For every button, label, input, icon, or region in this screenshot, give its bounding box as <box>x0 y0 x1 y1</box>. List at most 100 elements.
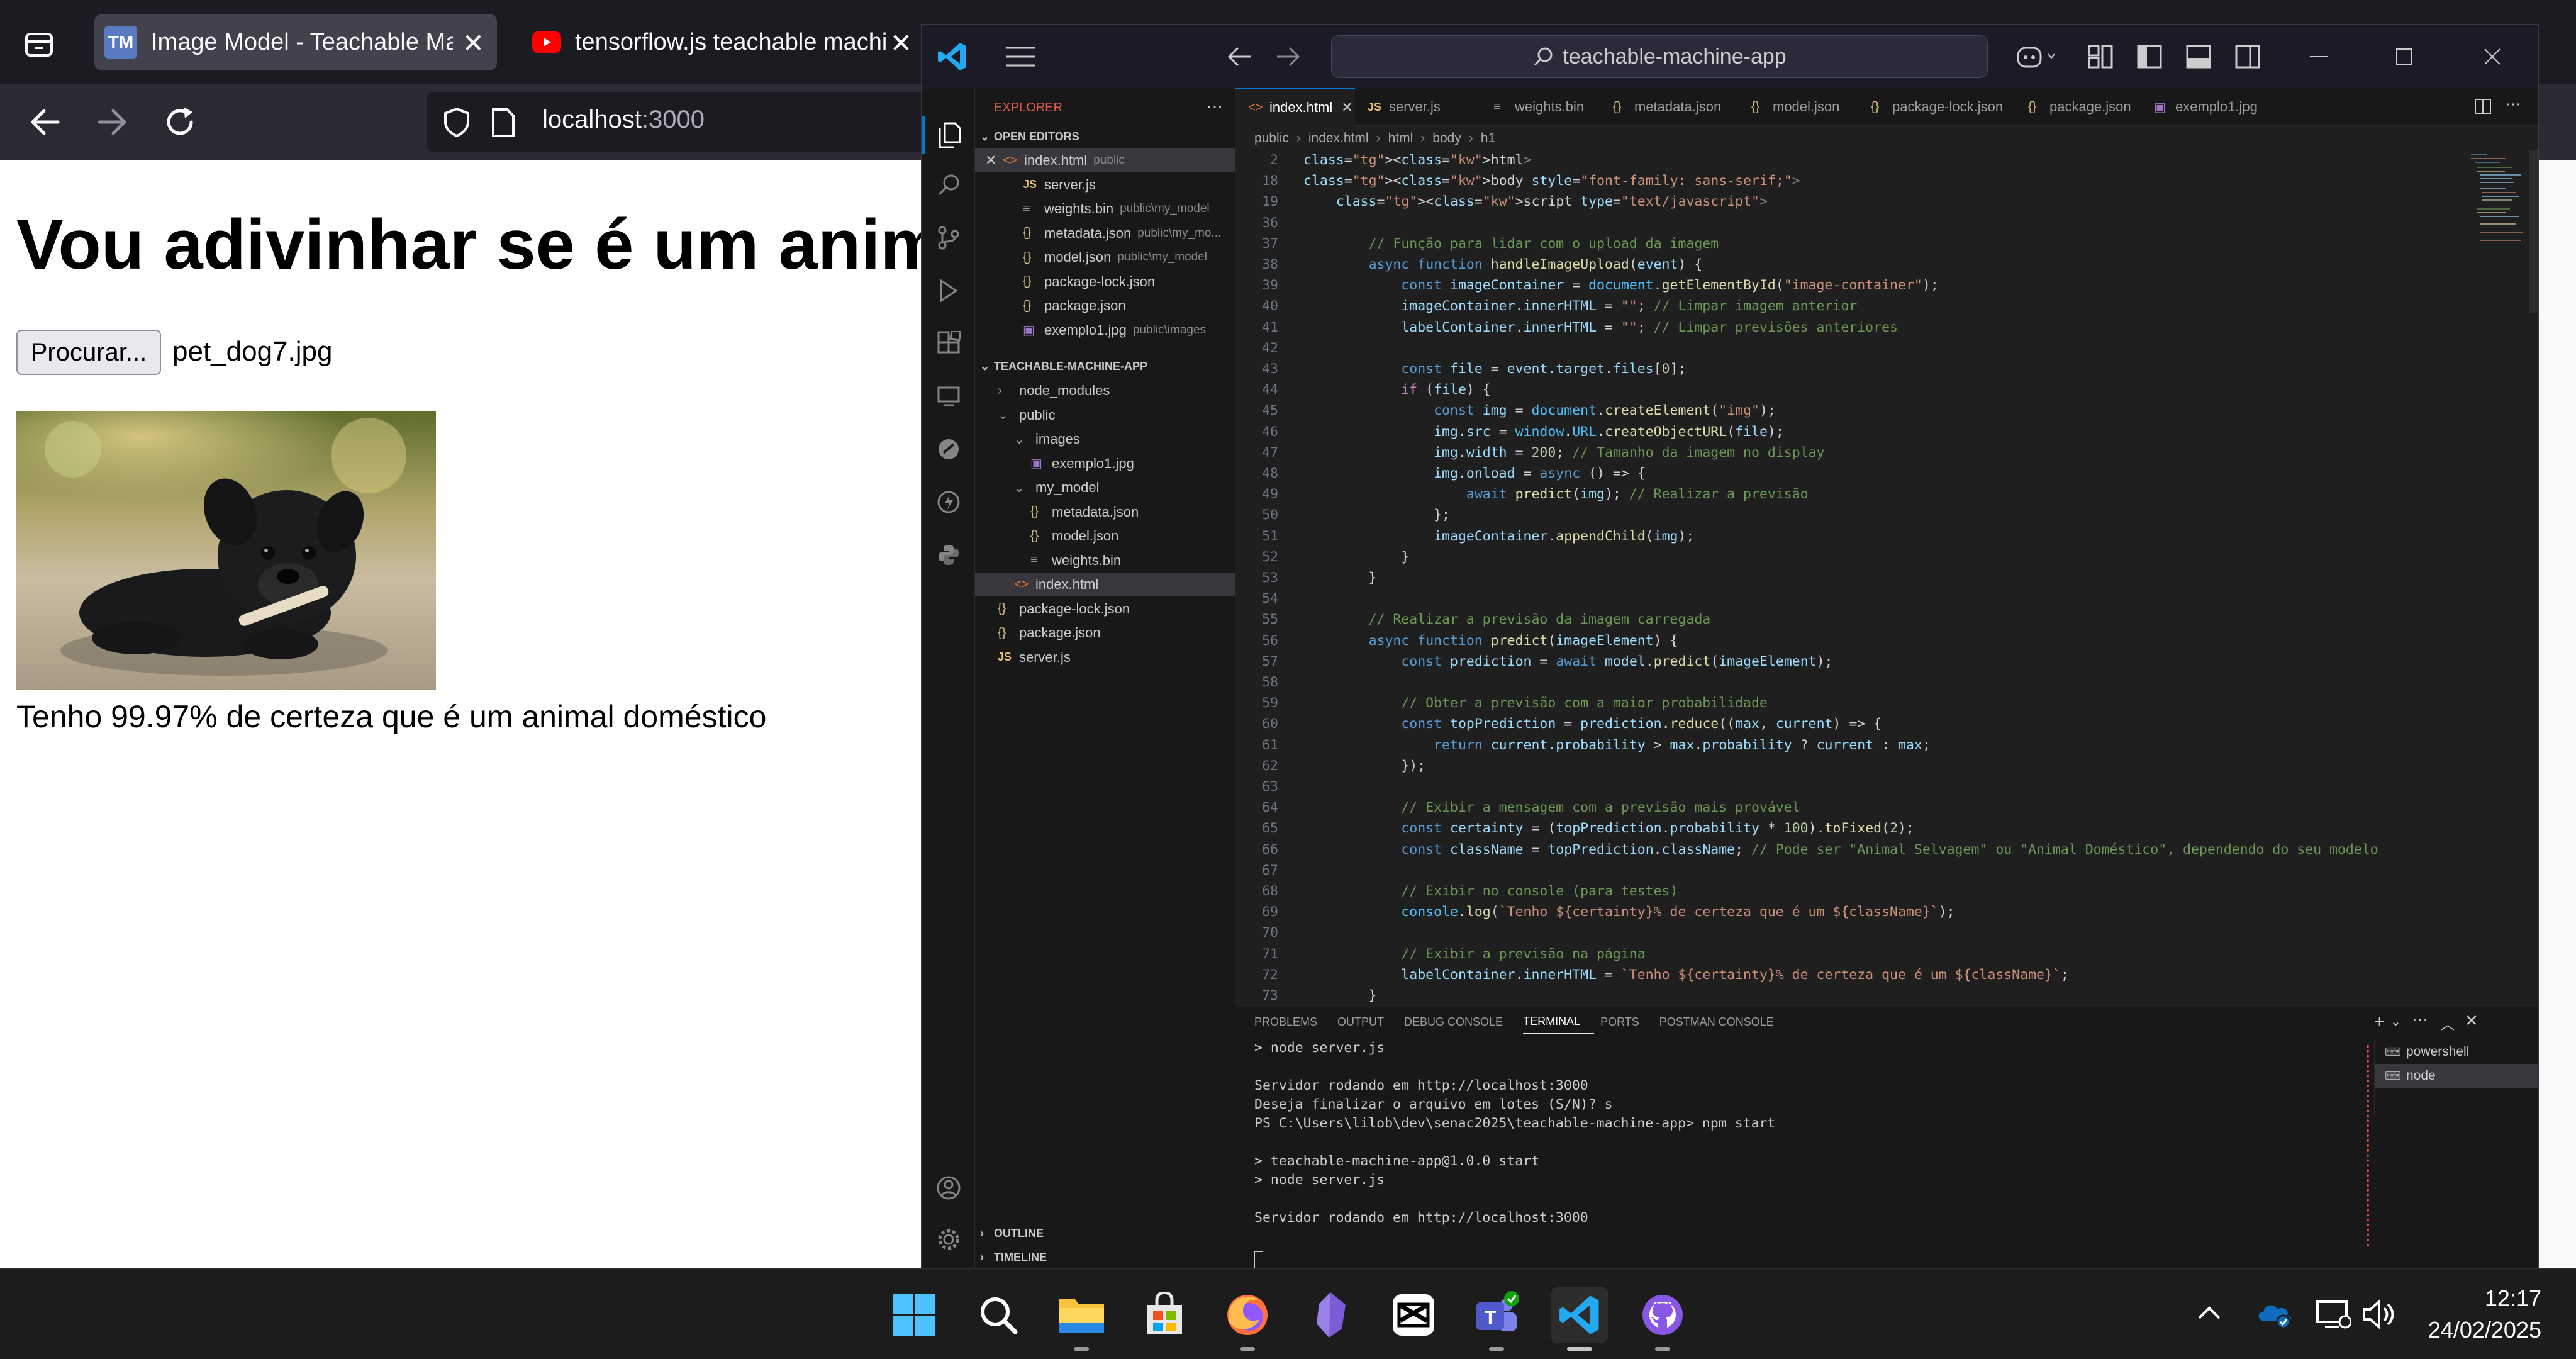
chevron-up-icon[interactable] <box>2195 1300 2223 1326</box>
close-icon[interactable]: ✕ <box>462 28 484 59</box>
open-editor-item[interactable]: {} package.json <box>975 294 1235 318</box>
open-editor-item[interactable]: {} model.json public\my_model <box>975 245 1235 269</box>
editor-tab[interactable]: JS server.js <box>1355 88 1481 126</box>
volume-icon[interactable] <box>2360 1297 2398 1332</box>
open-editors-header[interactable]: ⌄ OPEN EDITORS <box>975 126 1235 147</box>
close-icon[interactable]: ✕ <box>1341 99 1352 116</box>
python-icon[interactable] <box>936 542 961 568</box>
vscode-icon[interactable] <box>1551 1287 1608 1343</box>
account-icon[interactable] <box>936 1175 961 1200</box>
editor-tab[interactable]: {} metadata.json <box>1600 88 1739 126</box>
close-icon[interactable]: ✕ <box>985 152 1003 169</box>
source-control-icon[interactable] <box>936 225 961 250</box>
store-icon[interactable] <box>1136 1287 1193 1343</box>
thunder-client-icon[interactable] <box>936 489 961 515</box>
network-icon[interactable] <box>2314 1297 2351 1332</box>
close-panel-icon[interactable]: ✕ <box>2465 1011 2478 1031</box>
minimize-icon[interactable] <box>2306 44 2331 69</box>
browser-tab-teachable[interactable]: TM Image Model - Teachable Machine ✕ <box>94 14 497 70</box>
search-icon[interactable] <box>936 172 961 198</box>
panel-tab[interactable]: OUTPUT <box>1337 1009 1398 1034</box>
forward-arrow-icon[interactable] <box>92 103 132 141</box>
panel-tab[interactable]: PROBLEMS <box>1254 1009 1331 1034</box>
command-center-search[interactable]: teachable-machine-app <box>1331 35 1988 78</box>
panel-tab[interactable]: POSTMAN CONSOLE <box>1659 1009 1788 1034</box>
more-actions-icon[interactable]: ⋯ <box>1207 97 1223 116</box>
open-editor-item[interactable]: {} metadata.json public\my_mo... <box>975 221 1235 245</box>
start-icon[interactable] <box>886 1287 942 1343</box>
tab-list-icon[interactable] <box>19 24 59 64</box>
shield-icon[interactable] <box>440 106 473 138</box>
panel-tab[interactable]: TERMINAL <box>1523 1009 1595 1034</box>
capcut-icon[interactable] <box>1385 1287 1442 1343</box>
terminal-output[interactable]: > node server.js Servidor rodando em http… <box>1235 1040 2355 1268</box>
breadcrumb-item[interactable]: h1 <box>1481 131 1495 146</box>
gear-icon[interactable] <box>936 1227 961 1252</box>
explorer-icon[interactable] <box>922 116 975 154</box>
more-actions-icon[interactable]: ⋯ <box>2412 1010 2428 1029</box>
customize-layout-icon[interactable] <box>2087 44 2114 69</box>
chevron-down-icon[interactable]: ⌄ <box>2390 1014 2401 1029</box>
close-icon[interactable] <box>2480 44 2505 69</box>
outline-section[interactable]: › OUTLINE <box>975 1222 1235 1244</box>
editor-tab[interactable]: ▣ exemplo1.jpg <box>2141 88 2280 126</box>
search-icon[interactable] <box>970 1287 1027 1343</box>
explorer-tree-item[interactable]: ⌄ public <box>975 403 1235 427</box>
explorer-tree-item[interactable]: JS server.js <box>975 646 1235 669</box>
more-actions-icon[interactable]: ⋯ <box>2505 94 2521 114</box>
new-terminal-icon[interactable]: + <box>2374 1011 2385 1032</box>
url-text[interactable]: localhost:3000 <box>542 106 705 134</box>
explorer-tree-item[interactable]: <> index.html <box>975 573 1235 596</box>
split-editor-icon[interactable] <box>2473 97 2492 116</box>
open-editor-item[interactable]: ≡ weights.bin public\my_model <box>975 197 1235 221</box>
toggle-panel-icon[interactable] <box>2185 44 2212 69</box>
toggle-primary-sidebar-icon[interactable] <box>2136 44 2163 69</box>
reload-icon[interactable] <box>161 103 201 141</box>
code-editor[interactable]: 2 class="tg"><class="kw">html> 18 class="tg… <box>1235 150 2462 1007</box>
open-editor-item[interactable]: ✕ <> index.html public <box>975 148 1235 172</box>
editor-tab[interactable]: {} package.json <box>2016 88 2141 126</box>
editor-tab[interactable]: {} package-lock.json <box>1858 88 2016 126</box>
github-desktop-icon[interactable] <box>1634 1287 1691 1343</box>
breadcrumb-item[interactable]: index.html <box>1308 131 1369 146</box>
editor-scrollbar[interactable] <box>2529 150 2538 313</box>
clock-time[interactable]: 12:17 <box>2447 1285 2541 1312</box>
browse-file-button[interactable]: Procurar... <box>16 330 161 375</box>
open-editor-item[interactable]: JS server.js <box>975 173 1235 197</box>
editor-tab[interactable]: {} model.json <box>1739 88 1858 126</box>
hamburger-menu-icon[interactable] <box>1005 45 1037 68</box>
copilot-icon[interactable] <box>2014 43 2058 70</box>
terminal-instance[interactable]: ⌨ powershell <box>2375 1040 2538 1064</box>
editor-tab[interactable]: <> index.html ✕ <box>1235 88 1355 126</box>
browser-tab-youtube[interactable]: tensorflow.js teachable machine ✕ <box>522 14 925 70</box>
open-editor-item[interactable]: {} package-lock.json <box>975 270 1235 294</box>
page-icon[interactable] <box>489 107 517 138</box>
breadcrumb-item[interactable]: html <box>1388 131 1413 146</box>
extensions-icon[interactable] <box>936 331 961 356</box>
project-header[interactable]: ⌄ TEACHABLE-MACHINE-APP <box>975 355 1235 378</box>
explorer-tree-item[interactable]: › node_modules <box>975 379 1235 403</box>
open-editor-item[interactable]: ▣ exemplo1.jpg public\images <box>975 318 1235 342</box>
run-debug-icon[interactable] <box>936 278 961 303</box>
postman-icon[interactable] <box>936 437 961 462</box>
explorer-tree-item[interactable]: ▣ exemplo1.jpg <box>975 452 1235 476</box>
clock-date[interactable]: 24/02/2025 <box>2416 1317 2541 1343</box>
explorer-tree-item[interactable]: ⌄ my_model <box>975 476 1235 500</box>
toggle-secondary-sidebar-icon[interactable] <box>2234 44 2261 69</box>
forward-arrow-icon[interactable] <box>1274 44 1302 69</box>
minimap[interactable] <box>2468 151 2525 252</box>
explorer-tree-item[interactable]: {} package.json <box>975 621 1235 645</box>
maximize-panel-icon[interactable]: ︿ <box>2441 1014 2455 1034</box>
obsidian-icon[interactable] <box>1302 1287 1359 1343</box>
maximize-icon[interactable] <box>2392 44 2417 69</box>
terminal-instance[interactable]: ⌨ node <box>2375 1064 2538 1088</box>
back-arrow-icon[interactable] <box>1225 44 1253 69</box>
back-arrow-icon[interactable] <box>25 103 65 141</box>
explorer-tree-item[interactable]: {} package-lock.json <box>975 597 1235 621</box>
panel-tab[interactable]: PORTS <box>1600 1009 1653 1034</box>
teams-icon[interactable]: T <box>1468 1287 1525 1343</box>
explorer-tree-item[interactable]: ⌄ images <box>975 427 1235 451</box>
remote-explorer-icon[interactable] <box>936 384 961 409</box>
file-explorer-icon[interactable] <box>1053 1287 1110 1343</box>
explorer-tree-item[interactable]: {} model.json <box>975 524 1235 548</box>
